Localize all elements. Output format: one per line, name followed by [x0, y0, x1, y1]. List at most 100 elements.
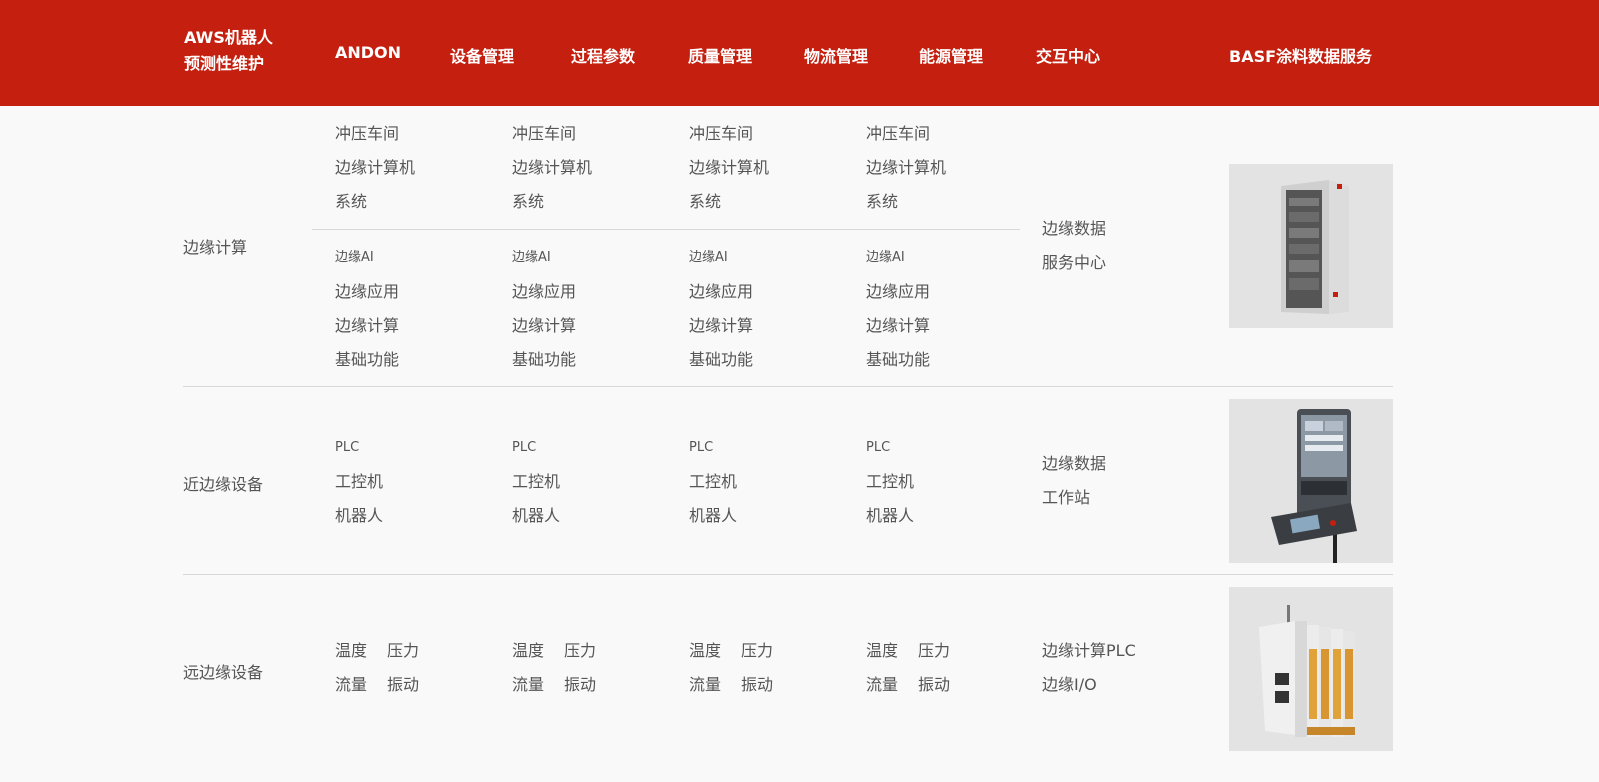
far-side-link[interactable]: 边缘计算PLC 边缘I/O [1042, 634, 1192, 702]
far-pair-row: 温度 压力 [866, 634, 1036, 668]
far-pair-row: 温度 压力 [689, 634, 859, 668]
near-item[interactable]: 工控机 [689, 465, 859, 499]
edge-group2-item[interactable]: 基础功能 [512, 343, 682, 377]
far-item[interactable]: 压力 [387, 634, 419, 668]
edge-group1-item[interactable]: 冲压车间 [512, 117, 682, 151]
near-item[interactable]: PLC [512, 431, 682, 465]
edge-group1-item[interactable]: 系统 [512, 185, 682, 219]
edge-group2-item[interactable]: 边缘AI [335, 241, 505, 275]
edge-group2-item[interactable]: 边缘应用 [512, 275, 682, 309]
edge-col-1: 冲压车间 边缘计算机 系统 [335, 117, 505, 219]
edge-col-4: 冲压车间 边缘计算机 系统 [866, 117, 1036, 219]
nav-logistics-management[interactable]: 物流管理 [804, 43, 868, 67]
nav-basf-coating-data-service[interactable]: BASF涂料数据服务 [1229, 43, 1372, 67]
edge-group2-item[interactable]: 边缘AI [689, 241, 859, 275]
edge-group1-item[interactable]: 系统 [866, 185, 1036, 219]
nav-energy-management[interactable]: 能源管理 [919, 43, 983, 67]
near-col-2: PLC 工控机 机器人 [512, 431, 682, 533]
edge-side-link[interactable]: 边缘数据 服务中心 [1042, 212, 1192, 280]
nav-quality-management[interactable]: 质量管理 [688, 43, 752, 67]
near-item[interactable]: 机器人 [689, 499, 859, 533]
edge-group1-item[interactable]: 冲压车间 [689, 117, 859, 151]
far-pair-row: 流量 振动 [512, 668, 682, 702]
edge-group2-item[interactable]: 边缘计算 [512, 309, 682, 343]
edge-col-3: 冲压车间 边缘计算机 系统 [689, 117, 859, 219]
edge-group1-item[interactable]: 系统 [335, 185, 505, 219]
edge-group1-item[interactable]: 边缘计算机 [512, 151, 682, 185]
edge-side-line: 边缘数据 [1042, 219, 1107, 238]
edge-col-3-b: 边缘AI 边缘应用 边缘计算 基础功能 [689, 241, 859, 377]
edge-group2-item[interactable]: 边缘计算 [689, 309, 859, 343]
near-col-1: PLC 工控机 机器人 [335, 431, 505, 533]
far-col-4: 温度 压力 流量 振动 [866, 634, 1036, 702]
row-label-far-edge-devices: 远边缘设备 [183, 663, 264, 682]
near-item[interactable]: PLC [866, 431, 1036, 465]
edge-group2-item[interactable]: 边缘AI [512, 241, 682, 275]
edge-group2-item[interactable]: 边缘应用 [335, 275, 505, 309]
far-item[interactable]: 压力 [918, 634, 950, 668]
edge-col-2-b: 边缘AI 边缘应用 边缘计算 基础功能 [512, 241, 682, 377]
nav-aws-predictive-maintenance[interactable]: AWS机器人 预测性维护 [184, 25, 273, 77]
far-item[interactable]: 温度 [512, 634, 544, 668]
far-pair-row: 流量 振动 [335, 668, 505, 702]
far-item[interactable]: 振动 [564, 668, 596, 702]
edge-group1-item[interactable]: 冲压车间 [335, 117, 505, 151]
edge-side-line: 服务中心 [1042, 253, 1107, 272]
far-item[interactable]: 压力 [564, 634, 596, 668]
nav-process-parameters[interactable]: 过程参数 [571, 43, 635, 67]
edge-group1-item[interactable]: 系统 [689, 185, 859, 219]
near-item[interactable]: 机器人 [512, 499, 682, 533]
far-item[interactable]: 温度 [689, 634, 721, 668]
far-item[interactable]: 振动 [741, 668, 773, 702]
far-item[interactable]: 压力 [741, 634, 773, 668]
edge-group2-item[interactable]: 基础功能 [866, 343, 1036, 377]
far-item[interactable]: 振动 [918, 668, 950, 702]
far-side-line: 边缘计算PLC [1042, 641, 1136, 660]
near-col-3: PLC 工控机 机器人 [689, 431, 859, 533]
far-item[interactable]: 振动 [387, 668, 419, 702]
edge-group2-item[interactable]: 基础功能 [689, 343, 859, 377]
edge-group1-item[interactable]: 边缘计算机 [689, 151, 859, 185]
edge-group2-item[interactable]: 边缘AI [866, 241, 1036, 275]
hmi-workstation-image [1229, 399, 1393, 563]
row-divider-2 [183, 574, 1393, 575]
row-label-edge-computing: 边缘计算 [183, 238, 248, 257]
nav-interaction-center[interactable]: 交互中心 [1036, 43, 1100, 67]
edge-group1-item[interactable]: 边缘计算机 [335, 151, 505, 185]
near-item[interactable]: 工控机 [335, 465, 505, 499]
near-side-line: 边缘数据 [1042, 454, 1107, 473]
edge-group1-item[interactable]: 边缘计算机 [866, 151, 1036, 185]
edge-group2-item[interactable]: 边缘计算 [335, 309, 505, 343]
near-item[interactable]: PLC [689, 431, 859, 465]
far-item[interactable]: 温度 [866, 634, 898, 668]
far-pair-row: 流量 振动 [689, 668, 859, 702]
far-pair-row: 流量 振动 [866, 668, 1036, 702]
edge-group2-item[interactable]: 边缘计算 [866, 309, 1036, 343]
far-item[interactable]: 流量 [866, 668, 898, 702]
edge-group1-item[interactable]: 冲压车间 [866, 117, 1036, 151]
edge-group2-item[interactable]: 边缘应用 [689, 275, 859, 309]
near-item[interactable]: 机器人 [335, 499, 505, 533]
far-item[interactable]: 流量 [689, 668, 721, 702]
edge-col-2: 冲压车间 边缘计算机 系统 [512, 117, 682, 219]
edge-col-4-b: 边缘AI 边缘应用 边缘计算 基础功能 [866, 241, 1036, 377]
near-side-link[interactable]: 边缘数据 工作站 [1042, 447, 1192, 515]
far-col-3: 温度 压力 流量 振动 [689, 634, 859, 702]
nav-equipment-management[interactable]: 设备管理 [450, 43, 514, 67]
near-item[interactable]: 工控机 [512, 465, 682, 499]
nav-andon[interactable]: ANDON [335, 43, 401, 62]
far-pair-row: 温度 压力 [512, 634, 682, 668]
near-item[interactable]: 工控机 [866, 465, 1036, 499]
far-col-2: 温度 压力 流量 振动 [512, 634, 682, 702]
far-side-line: 边缘I/O [1042, 675, 1097, 694]
top-nav-bar: AWS机器人 预测性维护 ANDON 设备管理 过程参数 质量管理 物流管理 能… [0, 0, 1599, 106]
near-item[interactable]: 机器人 [866, 499, 1036, 533]
edge-group2-item[interactable]: 边缘应用 [866, 275, 1036, 309]
edge-group2-item[interactable]: 基础功能 [335, 343, 505, 377]
far-item[interactable]: 流量 [335, 668, 367, 702]
row-divider-1 [183, 386, 1393, 387]
near-item[interactable]: PLC [335, 431, 505, 465]
far-item[interactable]: 流量 [512, 668, 544, 702]
far-item[interactable]: 温度 [335, 634, 367, 668]
edge-server-cabinet-icon [1229, 164, 1393, 328]
